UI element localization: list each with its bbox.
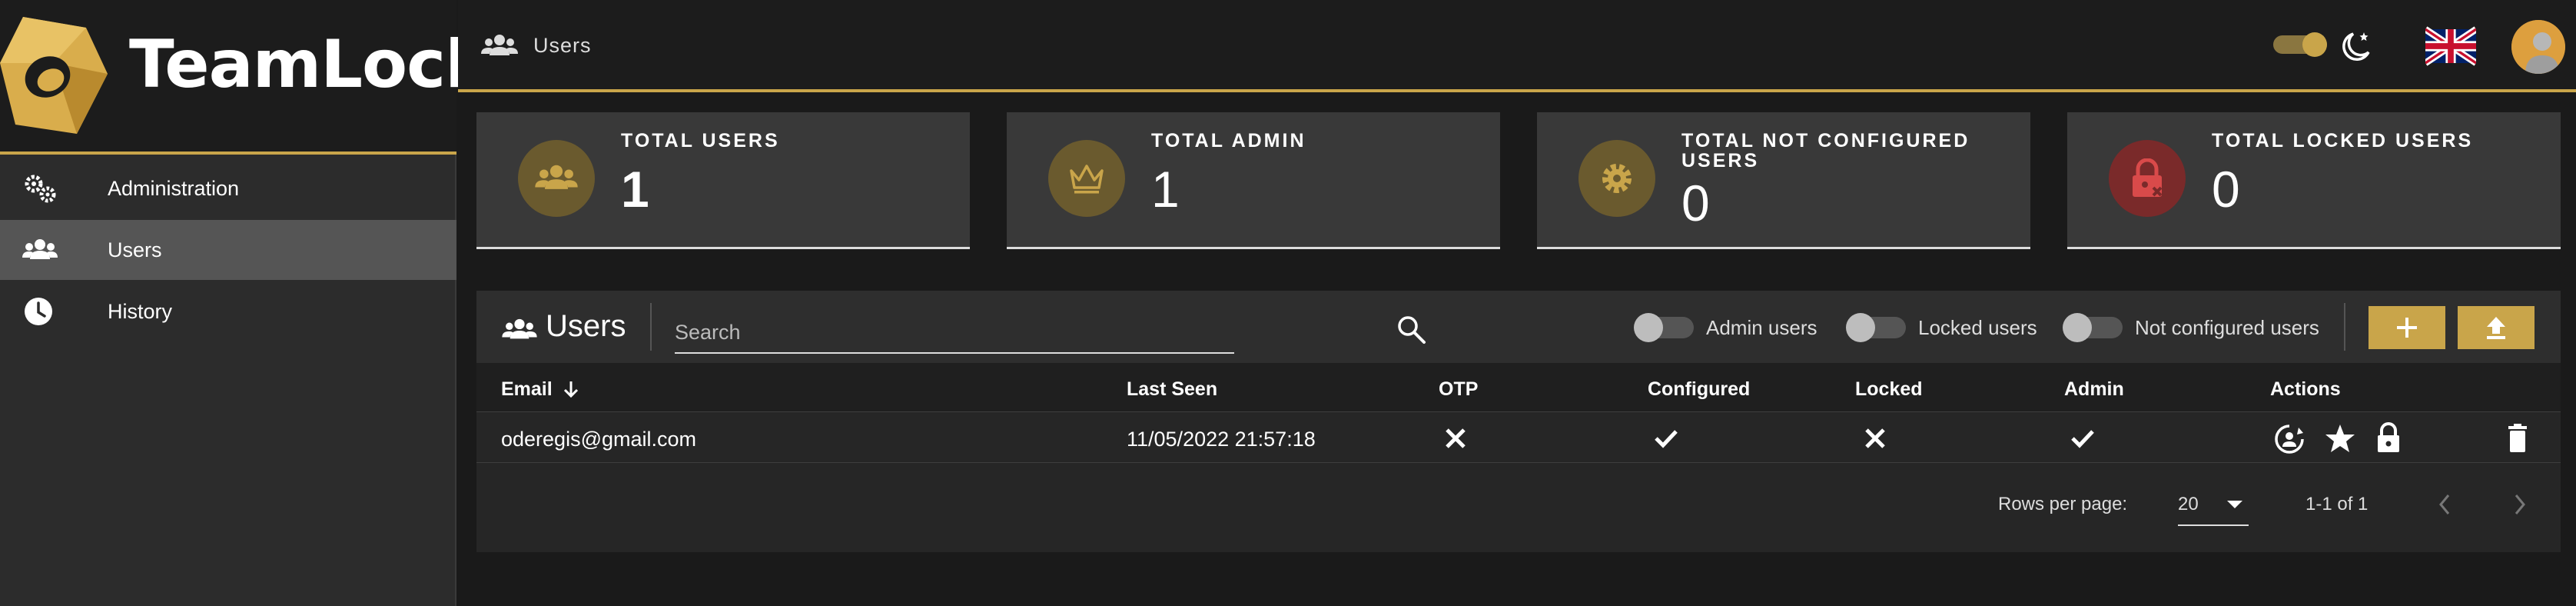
check-icon bbox=[1655, 430, 1678, 448]
stat-card-total-users: TOTAL USERS 1 bbox=[476, 112, 970, 249]
check-icon bbox=[2071, 430, 2094, 448]
rows-per-page-value: 20 bbox=[2178, 494, 2199, 514]
stat-title: TOTAL ADMIN bbox=[1151, 130, 1306, 152]
users-icon bbox=[22, 239, 58, 259]
sidebar-item-label: History bbox=[108, 299, 173, 323]
users-table-panel: Users Admin users Locked users Not confi… bbox=[476, 291, 2561, 552]
stat-icon-circle bbox=[518, 140, 595, 217]
column-header-actions: Actions bbox=[2270, 378, 2341, 400]
top-bar: Users bbox=[458, 0, 2576, 92]
toggle-label: Admin users bbox=[1706, 315, 1817, 339]
divider bbox=[2344, 303, 2345, 351]
next-page-icon[interactable] bbox=[2508, 489, 2531, 520]
teamlock-logo-icon bbox=[0, 17, 108, 134]
column-header-label: Email bbox=[501, 378, 553, 400]
search-icon[interactable] bbox=[1396, 314, 1428, 346]
locked-users-toggle[interactable]: Locked users bbox=[1846, 313, 2037, 342]
sidebar-item-administration[interactable]: Administration bbox=[0, 158, 456, 218]
sidebar-item-users[interactable]: Users bbox=[0, 220, 456, 280]
users-icon bbox=[535, 165, 578, 189]
column-header-email[interactable]: Email bbox=[501, 378, 581, 401]
import-users-button[interactable] bbox=[2458, 306, 2535, 349]
stat-icon-circle bbox=[1048, 140, 1125, 217]
toggle-label: Locked users bbox=[1918, 315, 2037, 339]
rows-per-page-select[interactable]: 20 bbox=[2178, 483, 2249, 526]
avatar[interactable] bbox=[2511, 20, 2565, 74]
column-header-admin[interactable]: Admin bbox=[2064, 378, 2124, 401]
toggle-track bbox=[1634, 313, 1694, 342]
stat-icon-circle bbox=[2109, 140, 2186, 217]
gear-icon bbox=[1602, 164, 1632, 193]
sidebar-item-label: Administration bbox=[108, 176, 240, 200]
search-input[interactable] bbox=[675, 317, 1167, 348]
pagination-range: 1-1 of 1 bbox=[2305, 494, 2369, 514]
stat-title: TOTAL NOT CONFIGURED USERS bbox=[1681, 130, 1970, 171]
reset-user-icon[interactable] bbox=[2273, 423, 2305, 455]
avatar-person-icon bbox=[2511, 20, 2565, 74]
star-icon[interactable] bbox=[2324, 422, 2356, 454]
crown-icon bbox=[1070, 165, 1104, 194]
table-pagination: Rows per page: 20 1-1 of 1 bbox=[476, 463, 2561, 552]
sidebar-item-history[interactable]: History bbox=[0, 281, 456, 341]
arrow-down-icon bbox=[563, 381, 578, 398]
divider bbox=[650, 303, 652, 351]
cell-email: oderegis@gmail.com bbox=[501, 428, 697, 451]
sidebar-item-label: Users bbox=[108, 238, 162, 261]
toggle-track bbox=[2063, 313, 2123, 342]
column-header-otp[interactable]: OTP bbox=[1439, 378, 1478, 401]
stat-value: 1 bbox=[1151, 161, 1180, 218]
brand-name: TeamLock bbox=[129, 26, 489, 103]
admin-users-toggle[interactable]: Admin users bbox=[1634, 313, 1817, 342]
toggle-track bbox=[1846, 313, 1906, 342]
column-header-configured[interactable]: Configured bbox=[1648, 378, 1750, 401]
stat-card-total-not-configured: TOTAL NOT CONFIGURED USERS 0 bbox=[1537, 112, 2030, 249]
search-field bbox=[675, 306, 1426, 354]
lock-icon[interactable] bbox=[2375, 421, 2402, 454]
toggle-knob bbox=[1634, 313, 1663, 342]
table-toolbar: Users Admin users Locked users Not confi… bbox=[476, 291, 2561, 363]
stat-card-total-admin: TOTAL ADMIN 1 bbox=[1007, 112, 1500, 249]
column-header-locked[interactable]: Locked bbox=[1855, 378, 1923, 401]
users-icon bbox=[502, 318, 537, 339]
cross-icon bbox=[1865, 428, 1885, 448]
upload-icon bbox=[2487, 317, 2505, 339]
add-user-button[interactable] bbox=[2369, 306, 2445, 349]
rows-per-page-label: Rows per page: bbox=[1998, 494, 2128, 514]
previous-page-icon[interactable] bbox=[2433, 489, 2456, 520]
plus-icon bbox=[2397, 318, 2417, 338]
cell-last-seen: 11/05/2022 21:57:18 bbox=[1127, 428, 1316, 451]
app-root: TeamLock Administration Users History Us… bbox=[0, 0, 2576, 606]
sidebar: TeamLock Administration Users History bbox=[0, 0, 489, 606]
gears-icon bbox=[25, 175, 56, 203]
brand-header: TeamLock bbox=[0, 0, 489, 155]
stat-value: 0 bbox=[2212, 161, 2240, 218]
lock-x-icon bbox=[2133, 158, 2163, 197]
stat-title: TOTAL LOCKED USERS bbox=[2212, 130, 2474, 152]
stat-title: TOTAL USERS bbox=[621, 130, 780, 152]
stat-value: 0 bbox=[1681, 175, 1710, 231]
toggle-knob bbox=[2063, 313, 2092, 342]
toggle-label: Not configured users bbox=[2135, 315, 2319, 339]
table-header: Email Last Seen OTP Configured Locked Ad… bbox=[476, 363, 2561, 412]
theme-toggle[interactable] bbox=[2272, 31, 2330, 58]
stat-value: 1 bbox=[621, 161, 649, 218]
trash-icon[interactable] bbox=[2505, 423, 2530, 454]
chevron-down-icon bbox=[2227, 501, 2242, 508]
moon-icon bbox=[2342, 32, 2370, 61]
cross-icon bbox=[1446, 428, 1466, 448]
stat-card-total-locked: TOTAL LOCKED USERS 0 bbox=[2067, 112, 2561, 249]
not-configured-users-toggle[interactable]: Not configured users bbox=[2063, 313, 2319, 342]
page-title: Users bbox=[533, 34, 592, 57]
clock-icon bbox=[25, 298, 52, 325]
column-header-last-seen[interactable]: Last Seen bbox=[1127, 378, 1217, 401]
table-row: oderegis@gmail.com 11/05/2022 21:57:18 bbox=[476, 412, 2561, 463]
stat-icon-circle bbox=[1578, 140, 1655, 217]
table-title: Users bbox=[546, 309, 626, 343]
uk-flag-icon[interactable] bbox=[2425, 26, 2476, 66]
users-icon bbox=[481, 35, 518, 55]
toggle-knob bbox=[1846, 313, 1875, 342]
